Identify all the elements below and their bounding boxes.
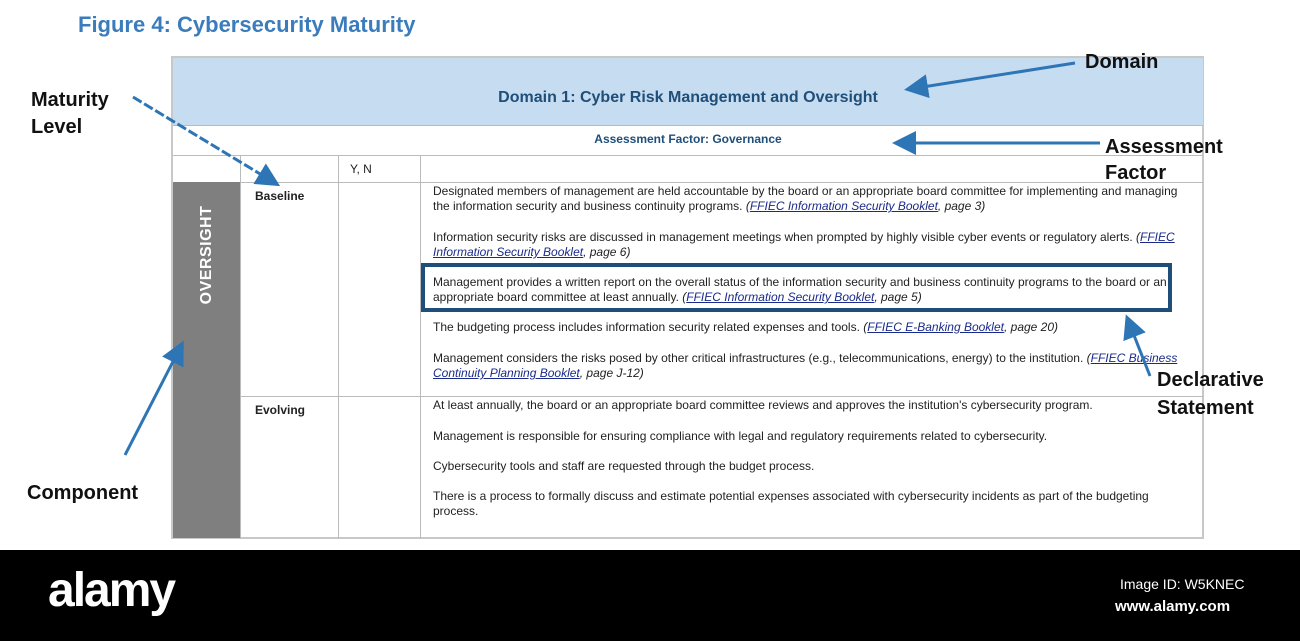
footer-bar (0, 550, 1300, 641)
site-url: www.alamy.com (1115, 598, 1231, 615)
arrow-component (123, 340, 184, 456)
alamy-logo: alamy (48, 564, 176, 617)
arrow-declarative (1123, 314, 1152, 377)
arrow-domain (904, 61, 1076, 99)
image-id: Image ID: W5KNEC (1120, 576, 1245, 592)
annotation-arrows (123, 61, 1152, 456)
arrow-maturity (132, 95, 281, 187)
